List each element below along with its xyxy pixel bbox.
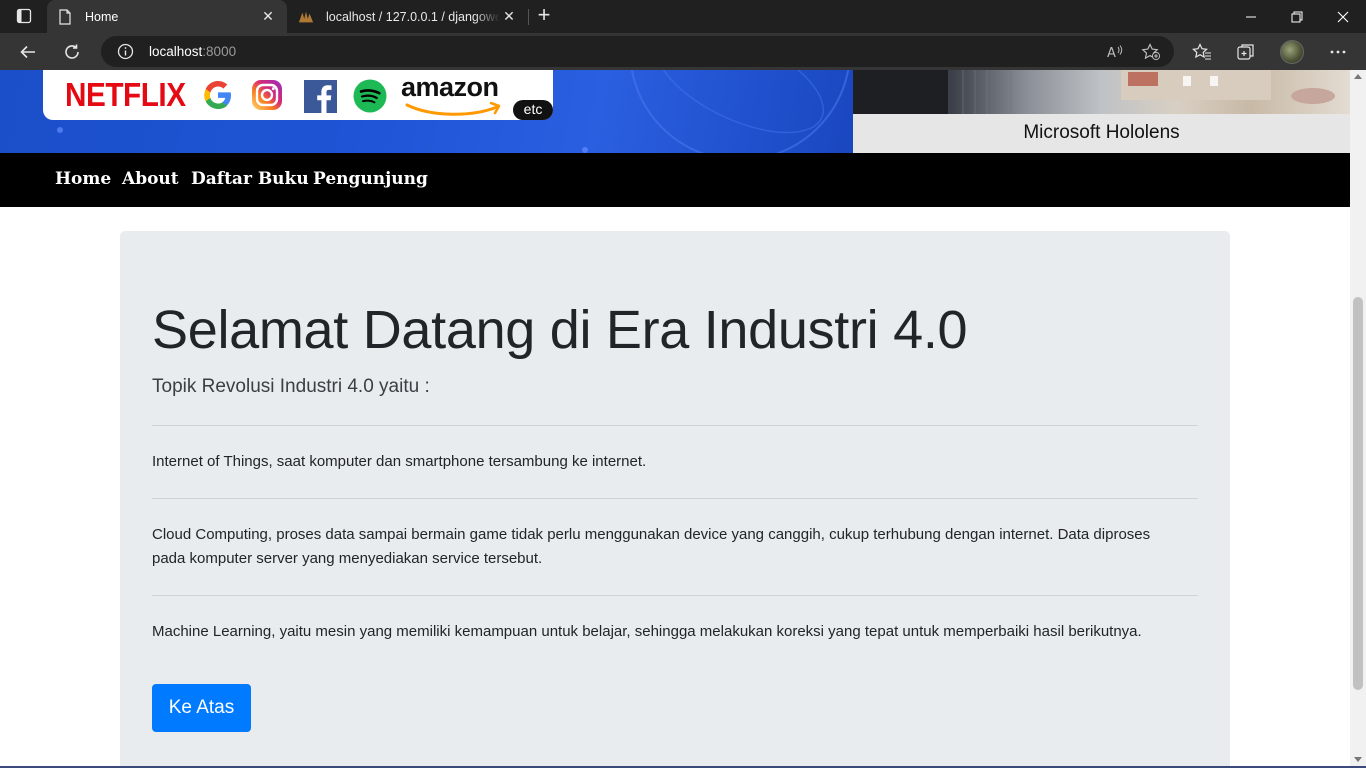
close-window-icon[interactable] — [1320, 0, 1366, 33]
browser-toolbar: localhost:8000 A — [0, 33, 1366, 70]
info-icon[interactable] — [117, 43, 134, 60]
topic-iot: Internet of Things, saat komputer dan sm… — [152, 453, 647, 470]
topic-cloud-computing: Cloud Computing, proses data sampai berm… — [152, 526, 1151, 567]
tab-actions-icon[interactable] — [8, 5, 40, 27]
url-host: localhost — [149, 44, 203, 59]
scrollbar-thumb[interactable] — [1353, 297, 1363, 690]
close-tab-icon[interactable]: ✕ — [500, 8, 518, 26]
scroll-up-icon[interactable] — [1354, 74, 1362, 79]
vertical-scrollbar[interactable] — [1350, 70, 1366, 766]
more-options-icon[interactable] — [1324, 38, 1352, 66]
refresh-icon[interactable] — [56, 36, 88, 68]
page-viewport: NETFLIX amazon etc Microsoft Hololens Ho… — [0, 70, 1350, 766]
phpmyadmin-icon — [298, 9, 314, 25]
favorites-icon[interactable] — [1188, 38, 1216, 66]
url-port: :8000 — [202, 44, 237, 59]
browser-tab-strip: Home ✕ localhost / 127.0.0.1 / djangoweb… — [0, 0, 1366, 33]
main-navbar: Home About Daftar Buku Pengunjung — [0, 153, 1350, 207]
tab-phpmyadmin[interactable]: localhost / 127.0.0.1 / djangoweb ✕ — [288, 0, 528, 33]
amazon-logo: amazon — [401, 72, 499, 102]
close-tab-icon[interactable]: ✕ — [259, 8, 277, 26]
nav-link-home[interactable]: Home — [55, 169, 111, 189]
header-banner: NETFLIX amazon etc Microsoft Hololens — [0, 70, 1350, 153]
hololens-caption: Microsoft Hololens — [1023, 122, 1180, 143]
divider — [152, 595, 1198, 596]
new-tab-icon[interactable]: + — [533, 4, 555, 27]
etc-badge: etc — [513, 100, 553, 120]
address-bar[interactable]: localhost:8000 A — [101, 36, 1174, 67]
tab-divider — [528, 9, 529, 25]
back-to-top-button[interactable]: Ke Atas — [152, 684, 251, 732]
minimize-icon[interactable] — [1228, 0, 1274, 33]
svg-text:A: A — [1107, 46, 1116, 60]
banner-blue-panel: NETFLIX amazon etc — [0, 70, 853, 153]
jumbotron: Selamat Datang di Era Industri 4.0 Topik… — [120, 231, 1230, 766]
divider — [152, 425, 1198, 426]
add-favorite-icon[interactable] — [1140, 41, 1162, 63]
google-icon — [204, 81, 231, 109]
nav-link-daftar-buku[interactable]: Daftar Buku — [191, 169, 309, 189]
amazon-smile-icon — [405, 102, 501, 116]
divider — [152, 498, 1198, 499]
lead-text: Topik Revolusi Industri 4.0 yaitu : — [152, 376, 430, 397]
restore-icon[interactable] — [1274, 0, 1320, 33]
spotify-icon — [353, 79, 387, 113]
profile-avatar[interactable] — [1280, 40, 1304, 64]
instagram-icon — [252, 80, 282, 110]
tab-home[interactable]: Home ✕ — [47, 0, 287, 33]
collections-icon[interactable] — [1232, 38, 1260, 66]
page-icon — [57, 8, 73, 25]
facebook-icon — [304, 80, 337, 113]
scroll-down-icon[interactable] — [1354, 757, 1362, 762]
hololens-panel: Microsoft Hololens — [853, 70, 1350, 153]
nav-link-pengunjung[interactable]: Pengunjung — [313, 169, 428, 189]
page-title: Selamat Datang di Era Industri 4.0 — [152, 300, 968, 360]
nav-link-about[interactable]: About — [122, 169, 179, 189]
url-text[interactable]: localhost:8000 — [149, 44, 236, 59]
brand-logos-card: NETFLIX amazon etc — [43, 70, 553, 120]
tab-title: Home — [85, 9, 119, 24]
hololens-photo — [853, 70, 1350, 114]
tab-title: localhost / 127.0.0.1 / djangoweb — [326, 9, 500, 24]
netflix-logo: NETFLIX — [65, 76, 186, 113]
read-aloud-icon[interactable]: A — [1104, 41, 1126, 63]
back-arrow-icon[interactable] — [12, 36, 44, 68]
topic-machine-learning: Machine Learning, yaitu mesin yang memil… — [152, 623, 1142, 640]
